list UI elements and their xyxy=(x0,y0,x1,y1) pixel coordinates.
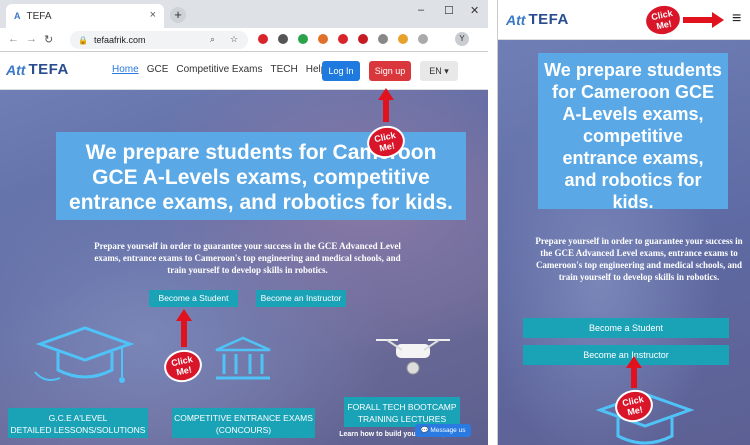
forward-icon[interactable]: → xyxy=(26,33,37,45)
menu-item-home[interactable]: Home xyxy=(112,64,139,75)
tefa-logo-icon: Att xyxy=(506,11,526,28)
url-text: tefaafrik.com xyxy=(93,35,146,45)
adblock-icon[interactable] xyxy=(338,34,348,44)
extension-icon[interactable] xyxy=(278,34,288,44)
bookmark-star-icon[interactable]: ☆ xyxy=(230,34,238,45)
hero-subtitle: Prepare yourself in order to guarantee y… xyxy=(94,241,401,275)
mobile-become-student-button[interactable]: Become a Student xyxy=(523,318,729,338)
become-instructor-button[interactable]: Become an Instructor xyxy=(256,290,346,307)
tefa-favicon-icon: A xyxy=(14,11,21,21)
extension-icon[interactable] xyxy=(318,34,328,44)
browser-toolbar: ← → ↻ 🔒 tefaafrik.com ⌕ ☆ Y xyxy=(0,28,488,52)
hamburger-menu-icon[interactable]: ≡ xyxy=(732,10,741,28)
close-window-icon[interactable]: ✕ xyxy=(470,4,479,17)
gce-lessons-card[interactable]: G.C.E A'LEVEL DETAILED LESSONS/SOLUTIONS xyxy=(8,408,148,438)
extension-icon[interactable] xyxy=(358,34,368,44)
menu-item-competitive-exams[interactable]: Competitive Exams xyxy=(176,64,262,75)
back-icon[interactable]: ← xyxy=(8,33,19,45)
menu-item-gce[interactable]: GCE xyxy=(147,64,169,75)
extension-icon[interactable] xyxy=(378,34,388,44)
tab-title: TEFA xyxy=(26,10,52,22)
address-bar[interactable]: 🔒 tefaafrik.com ⌕ ☆ xyxy=(70,31,248,49)
mobile-hero-subtitle: Prepare yourself in order to guarantee y… xyxy=(535,236,743,282)
extension-icon[interactable] xyxy=(418,34,428,44)
mobile-view: Att TEFA ≡ We prepare students for Camer… xyxy=(497,0,750,445)
new-tab-button[interactable]: + xyxy=(170,7,186,23)
annotation-arrow xyxy=(626,356,642,388)
reload-icon[interactable]: ↻ xyxy=(44,33,53,46)
browser-tab[interactable]: A TEFA × xyxy=(6,4,164,28)
message-us-button[interactable]: 💬 Message us xyxy=(415,424,471,437)
site-logo[interactable]: Att TEFA xyxy=(6,61,69,78)
desktop-browser-window: A TEFA × + – ☐ ✕ ← → ↻ 🔒 tefaafrik.com ⌕… xyxy=(0,0,488,445)
annotation-arrow xyxy=(378,88,394,122)
signup-button[interactable]: Sign up xyxy=(369,61,411,81)
logo-text: TEFA xyxy=(528,11,569,28)
login-button[interactable]: Log In xyxy=(322,61,360,81)
tech-bootcamp-card[interactable]: FORALL TECH BOOTCAMP TRAINING LECTURES xyxy=(344,397,460,427)
tefa-logo-icon: Att xyxy=(6,61,26,78)
tab-close-icon[interactable]: × xyxy=(150,9,156,21)
competitive-exams-card[interactable]: COMPETITIVE ENTRANCE EXAMS (CONCOURS) xyxy=(172,408,315,438)
mobile-hero-title: We prepare students for Cameroon GCE A-L… xyxy=(538,53,728,212)
menu-item-tech[interactable]: TECH xyxy=(271,64,298,75)
drone-icon xyxy=(376,339,450,375)
graduation-cap-icon xyxy=(34,326,135,383)
annotation-arrow xyxy=(683,17,713,23)
minimize-icon[interactable]: – xyxy=(418,4,424,16)
main-menu: Home GCE Competitive Exams TECH Help ? xyxy=(112,64,335,75)
logo-text: TEFA xyxy=(28,61,69,78)
become-student-button[interactable]: Become a Student xyxy=(149,290,238,307)
drive-icon[interactable] xyxy=(298,34,308,44)
maximize-icon[interactable]: ☐ xyxy=(444,4,454,17)
annotation-arrowhead xyxy=(712,12,724,28)
language-dropdown[interactable]: EN ▾ xyxy=(420,61,458,81)
institution-building-icon xyxy=(215,336,271,380)
browser-tab-bar: A TEFA × + – ☐ ✕ xyxy=(0,0,488,28)
hero-title: We prepare students for Cameroon GCE A-L… xyxy=(56,132,466,220)
lock-icon: 🔒 xyxy=(78,35,88,45)
search-icon[interactable]: ⌕ xyxy=(210,34,215,45)
mobile-site-logo[interactable]: Att TEFA xyxy=(506,11,569,28)
site-navbar: Att TEFA Home GCE Competitive Exams TECH… xyxy=(0,52,488,90)
profile-avatar[interactable]: Y xyxy=(455,32,469,46)
extension-icon[interactable] xyxy=(258,34,268,44)
annotation-arrow xyxy=(176,309,192,347)
extension-icon[interactable] xyxy=(398,34,408,44)
